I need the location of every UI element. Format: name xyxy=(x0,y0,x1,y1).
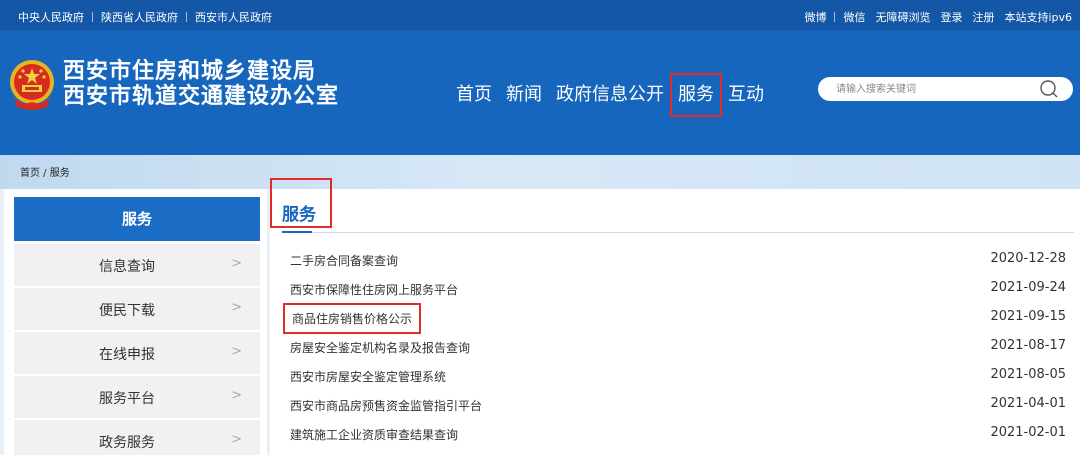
list-item-date: 2021-08-05 xyxy=(990,367,1066,382)
nav-home[interactable]: 首页 xyxy=(456,81,492,109)
list-item: 西安市保障性住房网上服务平台 2021-09-24 xyxy=(290,274,1066,303)
nav-gov-info[interactable]: 政府信息公开 xyxy=(556,81,664,109)
sidebar-item-downloads[interactable]: 便民下载 > xyxy=(14,288,260,330)
sidebar-item-label: 服务平台 xyxy=(99,391,155,407)
list-item-date: 2020-12-28 xyxy=(990,251,1066,266)
site-title-line2: 西安市轨道交通建设办公室 xyxy=(63,84,340,109)
nav-news[interactable]: 新闻 xyxy=(506,81,542,109)
search-icon[interactable] xyxy=(1039,79,1059,99)
list-item: 西安市商品房预售资金监管指引平台 2021-04-01 xyxy=(290,390,1066,419)
page-title: 服务 xyxy=(282,205,316,225)
list-item-link[interactable]: 西安市商品房预售资金监管指引平台 xyxy=(290,397,482,414)
content-panel: 服务 二手房合同备案查询 2020-12-28 西安市保障性住房网上服务平台 2… xyxy=(270,178,1080,455)
list-item-date: 2021-09-24 xyxy=(990,280,1066,295)
site-title-line1: 西安市住房和城乡建设局 xyxy=(63,59,317,84)
sidebar-item-label: 信息查询 xyxy=(99,259,155,275)
decorative-band xyxy=(0,155,1080,189)
chevron-right-icon: > xyxy=(231,300,242,315)
list-item: 西安市房屋安全鉴定管理系统 2021-08-05 xyxy=(290,361,1066,390)
sidebar-item-label: 在线申报 xyxy=(99,347,155,363)
gov-link-shaanxi[interactable]: 陕西省人民政府 xyxy=(101,9,178,25)
sidebar: 服务 信息查询 > 便民下载 > 在线申报 > 服务平台 > 政务服务 > xyxy=(4,189,267,455)
search-box xyxy=(818,77,1073,101)
national-emblem-icon xyxy=(10,60,54,110)
gov-link-central[interactable]: 中央人民政府 xyxy=(18,9,84,25)
divider xyxy=(186,12,187,22)
site-header: 西安市住房和城乡建设局 西安市轨道交通建设办公室 首页 新闻 政府信息公开 服务… xyxy=(0,30,1080,155)
register-link[interactable]: 注册 xyxy=(972,9,994,25)
nav-services[interactable]: 服务 xyxy=(670,73,722,117)
wechat-link[interactable]: 微信 xyxy=(843,9,865,25)
list-item-link[interactable]: 建筑施工企业资质审查结果查询 xyxy=(290,426,458,443)
list-item: 建筑施工企业资质审查结果查询 2021-02-01 xyxy=(290,419,1066,448)
chevron-right-icon: > xyxy=(231,388,242,403)
sidebar-item-info-query[interactable]: 信息查询 > xyxy=(14,244,260,286)
weibo-link[interactable]: 微博 xyxy=(804,9,826,25)
sidebar-item-label: 政务服务 xyxy=(99,435,155,451)
divider xyxy=(834,12,836,22)
chevron-right-icon: > xyxy=(231,344,242,359)
ipv6-link[interactable]: 本站支持ipv6 xyxy=(1004,9,1072,25)
top-link-bar: 中央人民政府 陕西省人民政府 西安市人民政府 微博 微信 无障碍浏览 登录 注册… xyxy=(0,0,1080,30)
sidebar-item-label: 便民下载 xyxy=(99,303,155,319)
main-nav: 首页 新闻 政府信息公开 服务 互动 xyxy=(456,73,778,117)
list-item-date: 2021-04-01 xyxy=(990,396,1066,411)
list-item: 商品住房销售价格公示 2021-09-15 xyxy=(282,303,1066,334)
list-item: 房屋安全鉴定机构名录及报告查询 2021-08-17 xyxy=(290,332,1066,361)
gov-link-xian[interactable]: 西安市人民政府 xyxy=(195,9,272,25)
list-item-date: 2021-08-17 xyxy=(990,338,1066,353)
divider xyxy=(282,232,1074,233)
list-item: 二手房合同备案查询 2020-12-28 xyxy=(290,245,1066,274)
list-item-link[interactable]: 西安市保障性住房网上服务平台 xyxy=(290,281,458,298)
chevron-right-icon: > xyxy=(231,432,242,447)
login-link[interactable]: 登录 xyxy=(940,9,962,25)
site-title: 西安市住房和城乡建设局 西安市轨道交通建设办公室 xyxy=(63,59,339,109)
list-item-date: 2021-02-01 xyxy=(990,425,1066,440)
nav-interaction[interactable]: 互动 xyxy=(728,81,764,109)
gov-links: 中央人民政府 陕西省人民政府 西安市人民政府 xyxy=(18,9,272,25)
chevron-right-icon: > xyxy=(231,256,242,271)
breadcrumb[interactable]: 首页 / 服务 xyxy=(20,164,70,179)
search-input[interactable] xyxy=(836,81,1026,97)
divider xyxy=(92,12,93,22)
list-item-link[interactable]: 房屋安全鉴定机构名录及报告查询 xyxy=(290,339,470,356)
list-item-date: 2021-09-15 xyxy=(990,309,1066,324)
sidebar-item-gov-services[interactable]: 政务服务 > xyxy=(14,420,260,455)
utility-links: 微博 微信 无障碍浏览 登录 注册 本站支持ipv6 xyxy=(804,9,1072,25)
title-underline xyxy=(282,231,312,233)
sidebar-item-online-apply[interactable]: 在线申报 > xyxy=(14,332,260,374)
sidebar-heading: 服务 xyxy=(14,197,260,241)
list-item-link[interactable]: 商品住房销售价格公示 xyxy=(282,303,422,334)
list-item-link[interactable]: 西安市房屋安全鉴定管理系统 xyxy=(290,368,446,385)
list-item-link[interactable]: 二手房合同备案查询 xyxy=(290,252,398,269)
sidebar-item-service-platform[interactable]: 服务平台 > xyxy=(14,376,260,418)
accessibility-link[interactable]: 无障碍浏览 xyxy=(875,9,930,25)
